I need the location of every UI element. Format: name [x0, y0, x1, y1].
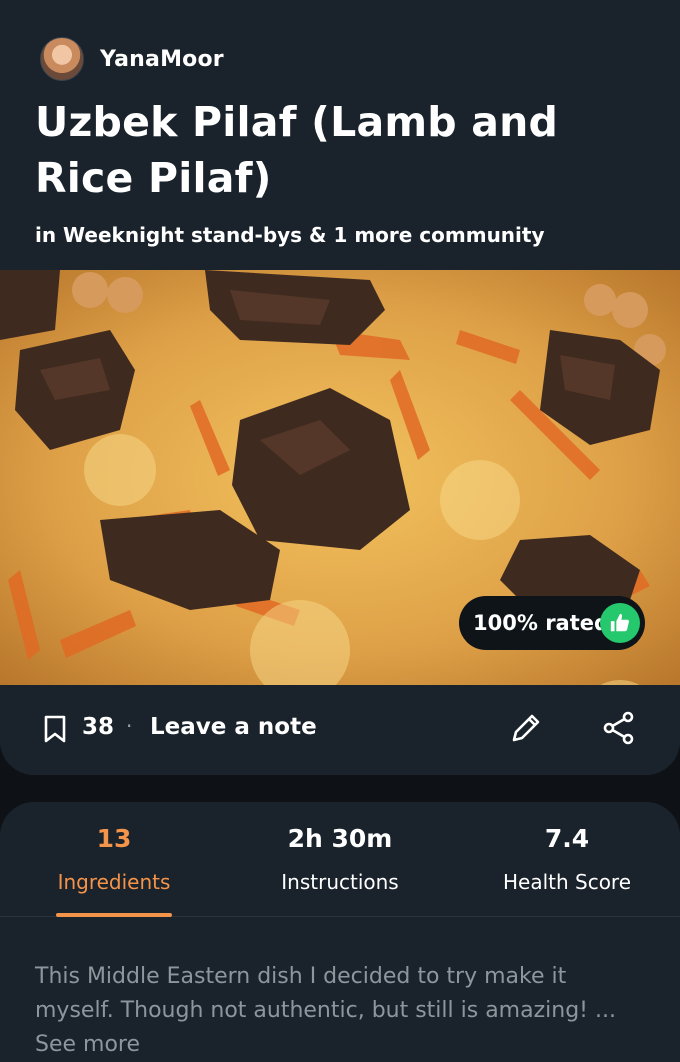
leave-note-button[interactable]: Leave a note — [150, 714, 317, 740]
author-name[interactable]: YanaMoor — [100, 47, 224, 72]
save-count: 38 — [82, 714, 115, 740]
description-text: This Middle Eastern dish I decided to tr… — [35, 964, 616, 1023]
pencil-icon[interactable] — [508, 710, 544, 750]
ingredients-label: Ingredients — [57, 870, 171, 894]
tab-health-score[interactable]: 7.4 Health Score — [492, 824, 642, 894]
rating-badge[interactable]: 100% rated — [459, 596, 645, 650]
recipe-title: Uzbek Pilaf (Lamb and Rice Pilaf) — [35, 98, 559, 202]
separator-dot: · — [126, 714, 133, 738]
instructions-label: Instructions — [281, 870, 399, 894]
recipe-description: This Middle Eastern dish I decided to tr… — [35, 960, 645, 1062]
action-bar: 38 · Leave a note — [0, 700, 680, 760]
health-score-value: 7.4 — [544, 824, 590, 853]
ingredients-count: 13 — [96, 824, 132, 853]
rating-text: 100% rated — [473, 611, 610, 635]
instructions-time: 2h 30m — [287, 824, 393, 853]
community-link[interactable]: in Weeknight stand-bys & 1 more communit… — [35, 223, 545, 247]
bookmark-icon[interactable] — [42, 714, 68, 748]
tab-ingredients[interactable]: 13 Ingredients — [54, 824, 174, 894]
active-tab-indicator — [56, 913, 172, 917]
tab-instructions[interactable]: 2h 30m Instructions — [270, 824, 410, 894]
recipe-header-card: YanaMoor Uzbek Pilaf (Lamb and Rice Pila… — [0, 0, 680, 775]
health-score-label: Health Score — [502, 870, 632, 894]
author-row[interactable]: YanaMoor — [40, 37, 224, 81]
share-icon[interactable] — [602, 710, 636, 750]
avatar[interactable] — [40, 37, 84, 81]
thumbs-up-icon — [600, 603, 640, 643]
recipe-details-card: 13 Ingredients 2h 30m Instructions 7.4 H… — [0, 802, 680, 1062]
